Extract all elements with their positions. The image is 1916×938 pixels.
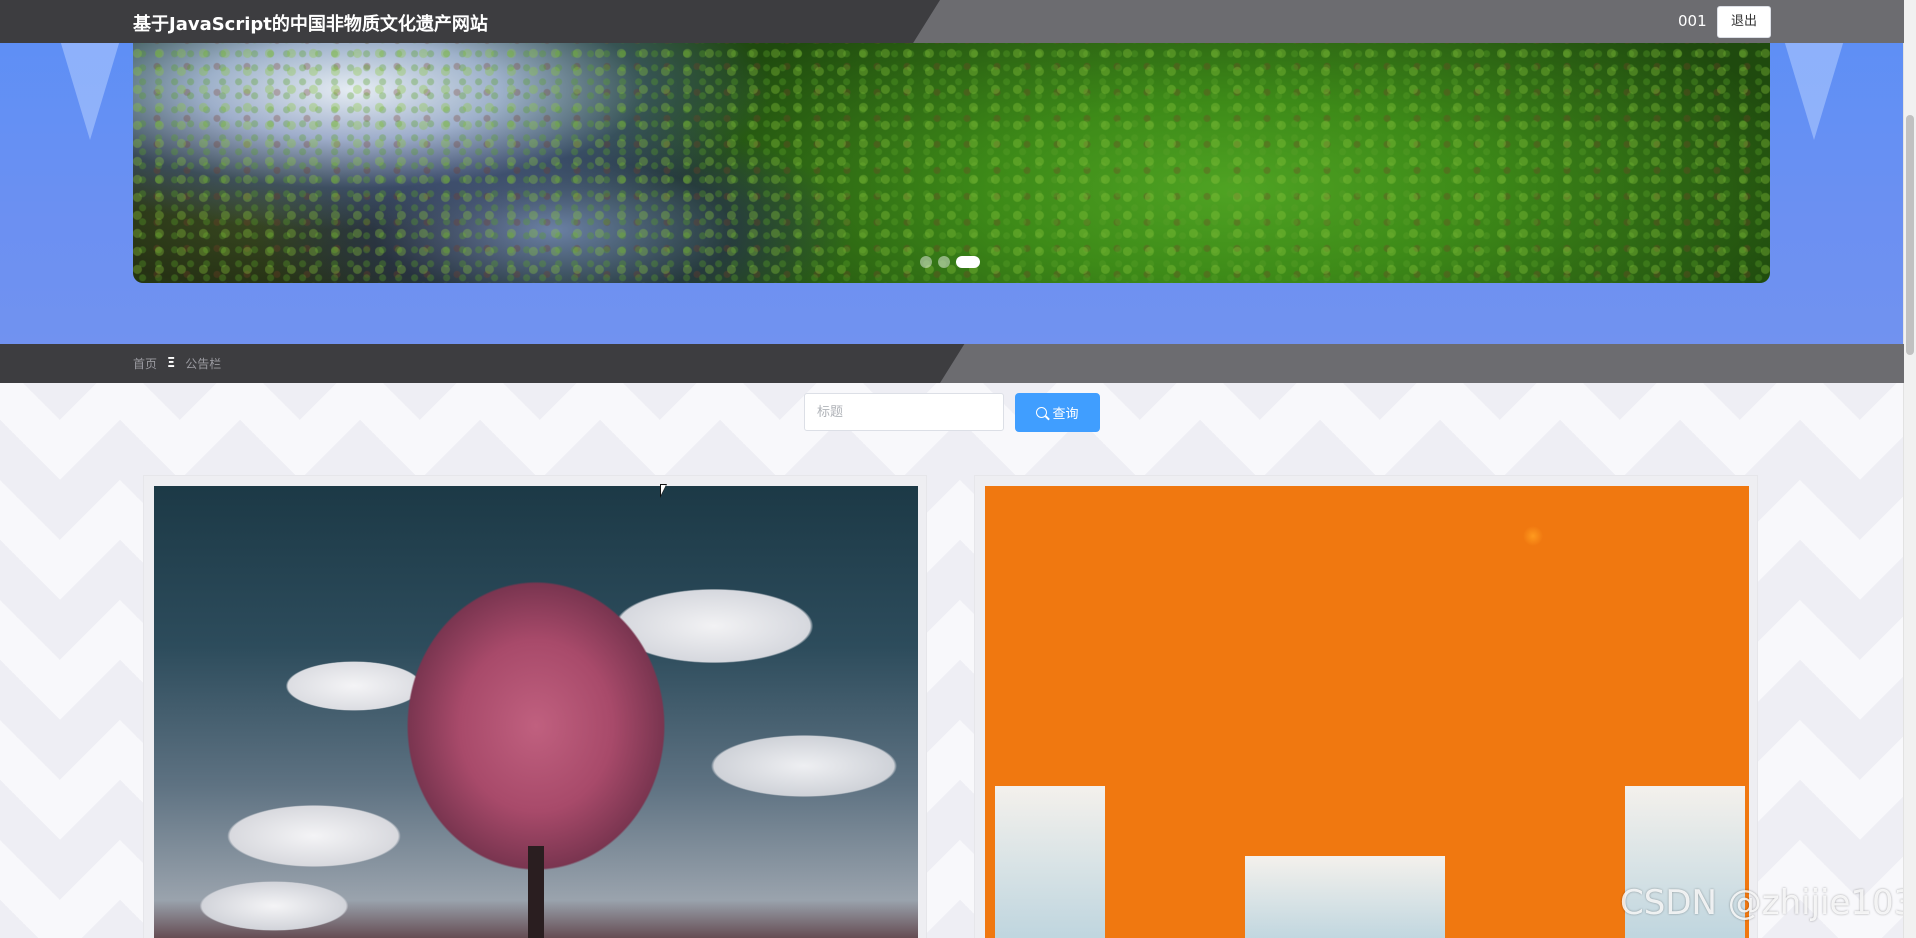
- top-navbar: 基于JavaScript的中国非物质文化遗产网站 001 退出: [0, 0, 1904, 43]
- carousel-dot-3-active[interactable]: [956, 256, 980, 268]
- banner-decoration-left: [60, 40, 120, 140]
- card-image-karst-landscape[interactable]: [985, 486, 1749, 938]
- page: 基于JavaScript的中国非物质文化遗产网站 001 退出 首页 Ξ 公告栏…: [0, 0, 1916, 938]
- card-image-pink-tree[interactable]: [154, 486, 918, 938]
- tree-trunk-shape: [528, 846, 544, 938]
- hero-banner: [0, 0, 1904, 344]
- breadcrumb-bar-shade: [940, 344, 1904, 383]
- carousel-dot-2[interactable]: [938, 256, 950, 268]
- csdn-watermark: CSDN @zhijie103: [1620, 883, 1916, 923]
- logout-button[interactable]: 退出: [1717, 6, 1771, 38]
- breadcrumb-home-link[interactable]: 首页: [133, 355, 157, 372]
- scrollbar-thumb[interactable]: [1906, 115, 1914, 355]
- breadcrumb-bar: 首页 Ξ 公告栏: [0, 344, 1904, 383]
- search-button-label: 查询: [1052, 407, 1079, 422]
- carousel-indicators: [920, 256, 980, 268]
- search-icon: [1036, 407, 1048, 418]
- search-button[interactable]: 查询: [1015, 393, 1100, 432]
- page-scrollbar[interactable]: [1903, 0, 1916, 938]
- breadcrumb-current: 公告栏: [185, 357, 222, 371]
- site-title: 基于JavaScript的中国非物质文化遗产网站: [133, 14, 488, 35]
- carousel-dot-1[interactable]: [920, 256, 932, 268]
- mouse-pointer-icon: [660, 484, 667, 498]
- menu-icon: Ξ: [167, 356, 176, 371]
- announcement-card[interactable]: [143, 475, 927, 938]
- banner-decoration-right: [1784, 40, 1844, 140]
- announcement-card[interactable]: [974, 475, 1758, 938]
- breadcrumb: 首页 Ξ 公告栏: [133, 355, 221, 372]
- waterfall-shape: [1245, 856, 1445, 938]
- username-label: 001: [1678, 12, 1707, 30]
- title-search-input[interactable]: [804, 393, 1004, 431]
- waterfall-shape: [995, 786, 1105, 938]
- image-carousel[interactable]: [133, 30, 1770, 283]
